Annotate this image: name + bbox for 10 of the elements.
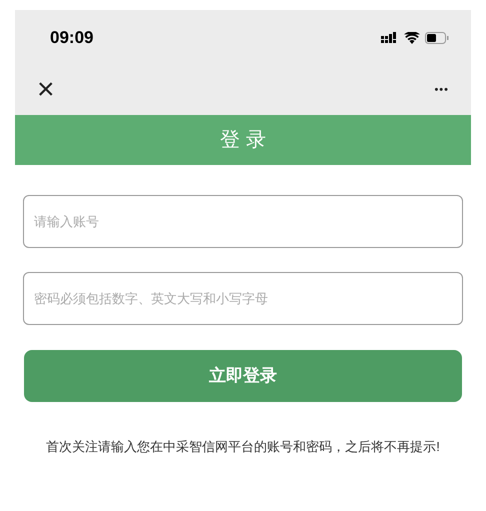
status-time: 09:09 [50,26,94,49]
close-button[interactable]: × [37,75,55,105]
input-field[interactable]: 请输入账号 [23,195,463,248]
wifi-icon [404,32,420,44]
more-button[interactable]: ••• [434,82,449,98]
notice-text: 首次关注请输入您在中采智信网平台的账号和密码，之后将不再提示! [45,438,441,456]
input-field[interactable]: 密码必须包括数字、英文大写和小写字母 [23,272,463,325]
battery-icon [425,32,449,44]
signal-icon [381,32,399,43]
page-title: 登 录 [220,128,266,153]
